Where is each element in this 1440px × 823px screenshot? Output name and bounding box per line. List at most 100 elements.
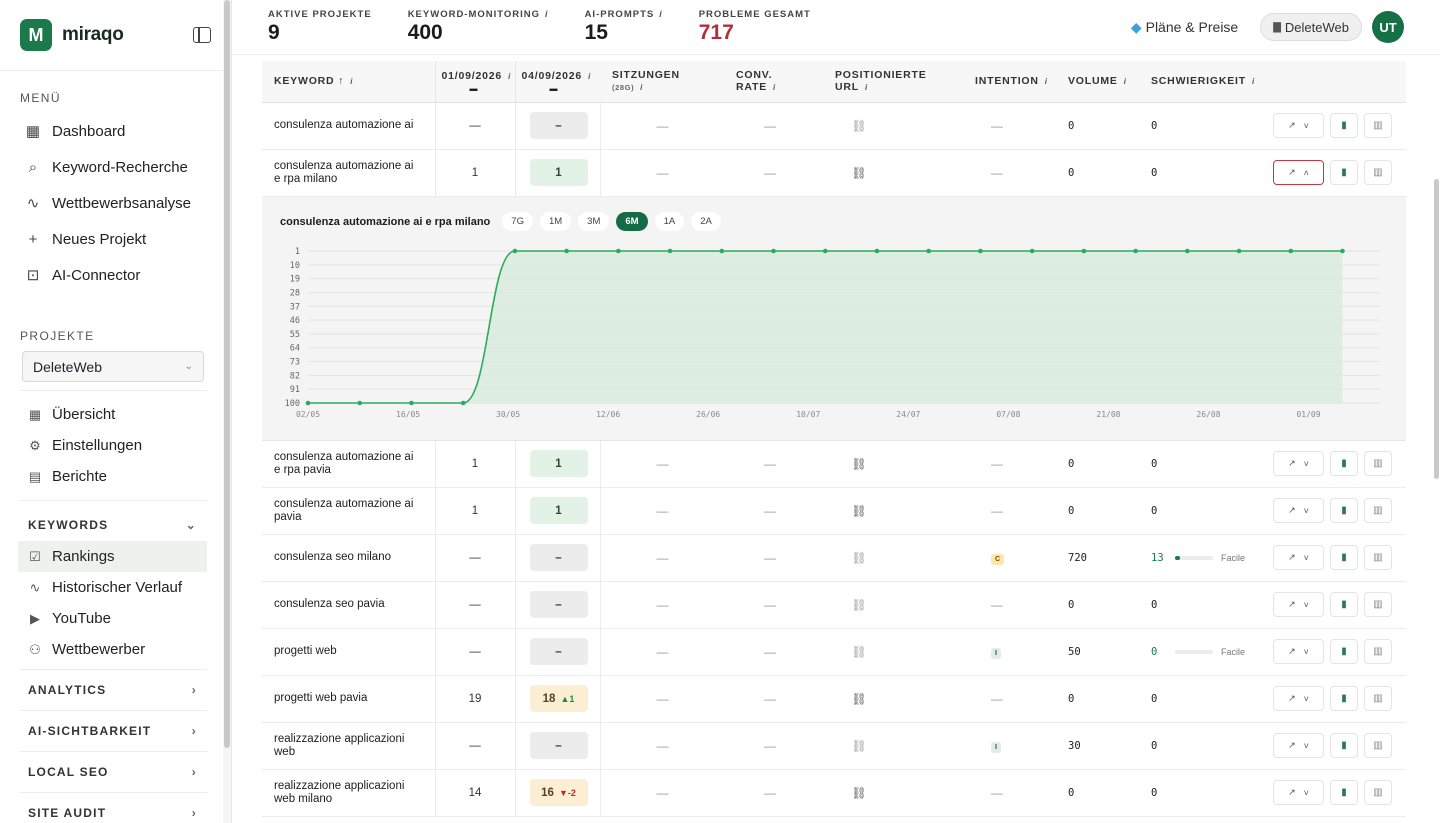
table-row[interactable]: progetti web — – — — ⛓ I 50 0 Facile ↗ ˅ ▮ ▥ (262, 628, 1406, 676)
range-button-6m[interactable]: 6M (616, 212, 648, 231)
table-row[interactable]: realizzazione applicazioni web milano 14 1… (262, 769, 1406, 817)
header-date2[interactable]: 04/09/2026 i ▬ (514, 61, 600, 103)
sidebar-item-wettbewerbsanalyse[interactable]: ∿ Wettbewerbsanalyse (0, 185, 231, 221)
info-icon[interactable]: i (588, 72, 591, 81)
trend-toggle-button[interactable]: ↗ ˅ (1273, 113, 1324, 138)
group-toggle-ai-sichtbarkeit[interactable]: AI-SICHTBARKEIT › (0, 715, 231, 747)
main-scrollbar[interactable] (1432, 55, 1440, 823)
stats-button[interactable]: ▮ (1330, 686, 1358, 711)
stats-button[interactable]: ▮ (1330, 113, 1358, 138)
ranking-history-chart[interactable]: 1 10 19 28 37 46 55 64 73 82 91 10002/05 16/05 30/05 1… (262, 247, 1406, 437)
range-button-2a[interactable]: 2A (691, 212, 721, 231)
link-icon[interactable]: ⛓ (851, 166, 866, 180)
stats-button[interactable]: ▮ (1330, 451, 1358, 476)
keyword-item-youtube[interactable]: ▶ YouTube (0, 603, 231, 634)
brand-logo[interactable]: M (20, 19, 52, 51)
info-icon[interactable]: i (1124, 77, 1127, 86)
project-item-berichte[interactable]: ▤ Berichte (0, 461, 231, 492)
sidebar-scrollbar[interactable] (223, 0, 231, 823)
table-row[interactable]: consulenza automazione ai e rpa milano 1 1… (262, 149, 1406, 197)
delete-button[interactable]: ▥ (1364, 113, 1392, 138)
stats-button[interactable]: ▮ (1330, 498, 1358, 523)
delete-button[interactable]: ▥ (1364, 733, 1392, 758)
header-volume[interactable]: VOLUME i (1056, 61, 1139, 103)
group-toggle-site-audit[interactable]: SITE AUDIT › (0, 797, 231, 823)
trend-toggle-button[interactable]: ↗ ˅ (1273, 498, 1324, 523)
table-row[interactable]: realizzazione applicazioni web — – — — ⛓ I 30 0 ↗… (262, 722, 1406, 770)
link-icon[interactable]: ⛓ (851, 692, 866, 706)
trend-toggle-button[interactable]: ↗ ˅ (1273, 686, 1324, 711)
table-row[interactable]: consulenza automazione ai — – — — ⛓ —0 0 ↗ ˅ ▮ ▥ (262, 102, 1406, 150)
info-icon[interactable]: i (545, 9, 549, 19)
info-icon[interactable]: i (350, 77, 353, 86)
trend-toggle-button[interactable]: ↗ ˅ (1273, 451, 1324, 476)
header-difficulty[interactable]: SCHWIERIGKEIT i (1139, 61, 1261, 103)
stats-button[interactable]: ▮ (1330, 592, 1358, 617)
table-row[interactable]: consulenza automazione ai pavia 1 1— — ⛓ —0 0 ↗… (262, 487, 1406, 535)
range-button-3m[interactable]: 3M (578, 212, 610, 231)
trend-toggle-button[interactable]: ↗ ˅ (1273, 733, 1324, 758)
stats-button[interactable]: ▮ (1330, 160, 1358, 185)
brand-name[interactable]: miraqo (62, 24, 124, 46)
sidebar-scrollbar-thumb[interactable] (224, 0, 230, 748)
header-sessions[interactable]: SITZUNGEN (28G) i (600, 61, 724, 103)
header-keyword[interactable]: KEYWORD ↑ i (262, 61, 435, 103)
link-icon[interactable]: ⛓ (851, 786, 866, 800)
sidebar-item-ai-connector[interactable]: ⊡ AI-Connector (0, 257, 231, 293)
trend-toggle-button[interactable]: ↗ ˅ (1273, 592, 1324, 617)
delete-button[interactable]: ▥ (1364, 545, 1392, 570)
info-icon[interactable]: i (1252, 77, 1255, 86)
info-icon[interactable]: i (865, 83, 868, 92)
link-icon[interactable]: ⛓ (851, 504, 866, 518)
table-row[interactable]: consulenza automazione ai e rpa pavia 1 1—… (262, 440, 1406, 488)
plans-link[interactable]: ◆ Pläne & Preise (1131, 19, 1238, 36)
stats-button[interactable]: ▮ (1330, 545, 1358, 570)
project-item-einstellungen[interactable]: ⚙ Einstellungen (0, 430, 231, 461)
stats-button[interactable]: ▮ (1330, 733, 1358, 758)
info-icon[interactable]: i (1045, 77, 1048, 86)
delete-button[interactable]: ▥ (1364, 160, 1392, 185)
sidebar-item-keyword-recherche[interactable]: ⌕ Keyword-Recherche (0, 149, 231, 185)
keyword-item-rankings[interactable]: ☑ Rankings (18, 541, 207, 572)
group-toggle-local-seo[interactable]: LOCAL SEO › (0, 756, 231, 788)
sidebar-item-dashboard[interactable]: ▦ Dashboard (0, 113, 231, 149)
delete-button[interactable]: ▥ (1364, 780, 1392, 805)
project-item--bersicht[interactable]: ▦ Übersicht (0, 399, 231, 430)
delete-button[interactable]: ▥ (1364, 451, 1392, 476)
header-intent[interactable]: INTENTION i (963, 61, 1056, 103)
header-conv-rate[interactable]: CONV. RATE i (724, 61, 823, 103)
delete-button[interactable]: ▥ (1364, 592, 1392, 617)
link-icon[interactable]: ⛓ (851, 457, 866, 471)
workspace-button[interactable]: ▇ DeleteWeb (1260, 13, 1362, 41)
range-button-1a[interactable]: 1A (654, 212, 685, 231)
delete-button[interactable]: ▥ (1364, 498, 1392, 523)
range-button-7g[interactable]: 7G (502, 212, 533, 231)
delete-button[interactable]: ▥ (1364, 639, 1392, 664)
sidebar-toggle-icon[interactable] (193, 27, 211, 43)
project-select[interactable]: DeleteWeb ⌄ (22, 351, 204, 382)
stats-button[interactable]: ▮ (1330, 780, 1358, 805)
delete-button[interactable]: ▥ (1364, 686, 1392, 711)
trend-toggle-button[interactable]: ↗ ˅ (1273, 639, 1324, 664)
info-icon[interactable]: i (640, 83, 643, 92)
info-icon[interactable]: i (773, 83, 776, 92)
keyword-item-wettbewerber[interactable]: ⚇ Wettbewerber (0, 634, 231, 665)
trend-toggle-button[interactable]: ↗ ˅ (1273, 780, 1324, 805)
table-row[interactable]: consulenza seo milano — – — — ⛓ C 720 13 Facile ↗ … (262, 534, 1406, 582)
table-row[interactable]: consulenza seo pavia — – — — ⛓ —0 0 ↗ ˅ ▮ ▥ (262, 581, 1406, 629)
main-scrollbar-thumb[interactable] (1434, 179, 1439, 479)
sidebar-item-neues-projekt[interactable]: + Neues Projekt (0, 221, 231, 257)
avatar[interactable]: UT (1372, 11, 1404, 43)
trend-toggle-button[interactable]: ↗ ˅ (1273, 545, 1324, 570)
trend-toggle-button[interactable]: ↗ ˄ (1273, 160, 1324, 185)
keywords-group-toggle[interactable]: KEYWORDS ⌄ (0, 509, 231, 541)
info-icon[interactable]: i (659, 9, 663, 19)
header-date1[interactable]: 01/09/2026 i ▬ (434, 61, 515, 103)
stats-button[interactable]: ▮ (1330, 639, 1358, 664)
keyword-item-historischer-verlauf[interactable]: ∿ Historischer Verlauf (0, 572, 231, 603)
group-toggle-analytics[interactable]: ANALYTICS › (0, 674, 231, 706)
info-icon[interactable]: i (508, 72, 511, 81)
range-button-1m[interactable]: 1M (539, 212, 572, 231)
table-row[interactable]: progetti web pavia 19 18 ▲1— — ⛓ —0 0 ↗ ˅ ▮ ▥ (262, 675, 1406, 723)
header-url[interactable]: POSITIONIERTE URL i (823, 61, 963, 103)
